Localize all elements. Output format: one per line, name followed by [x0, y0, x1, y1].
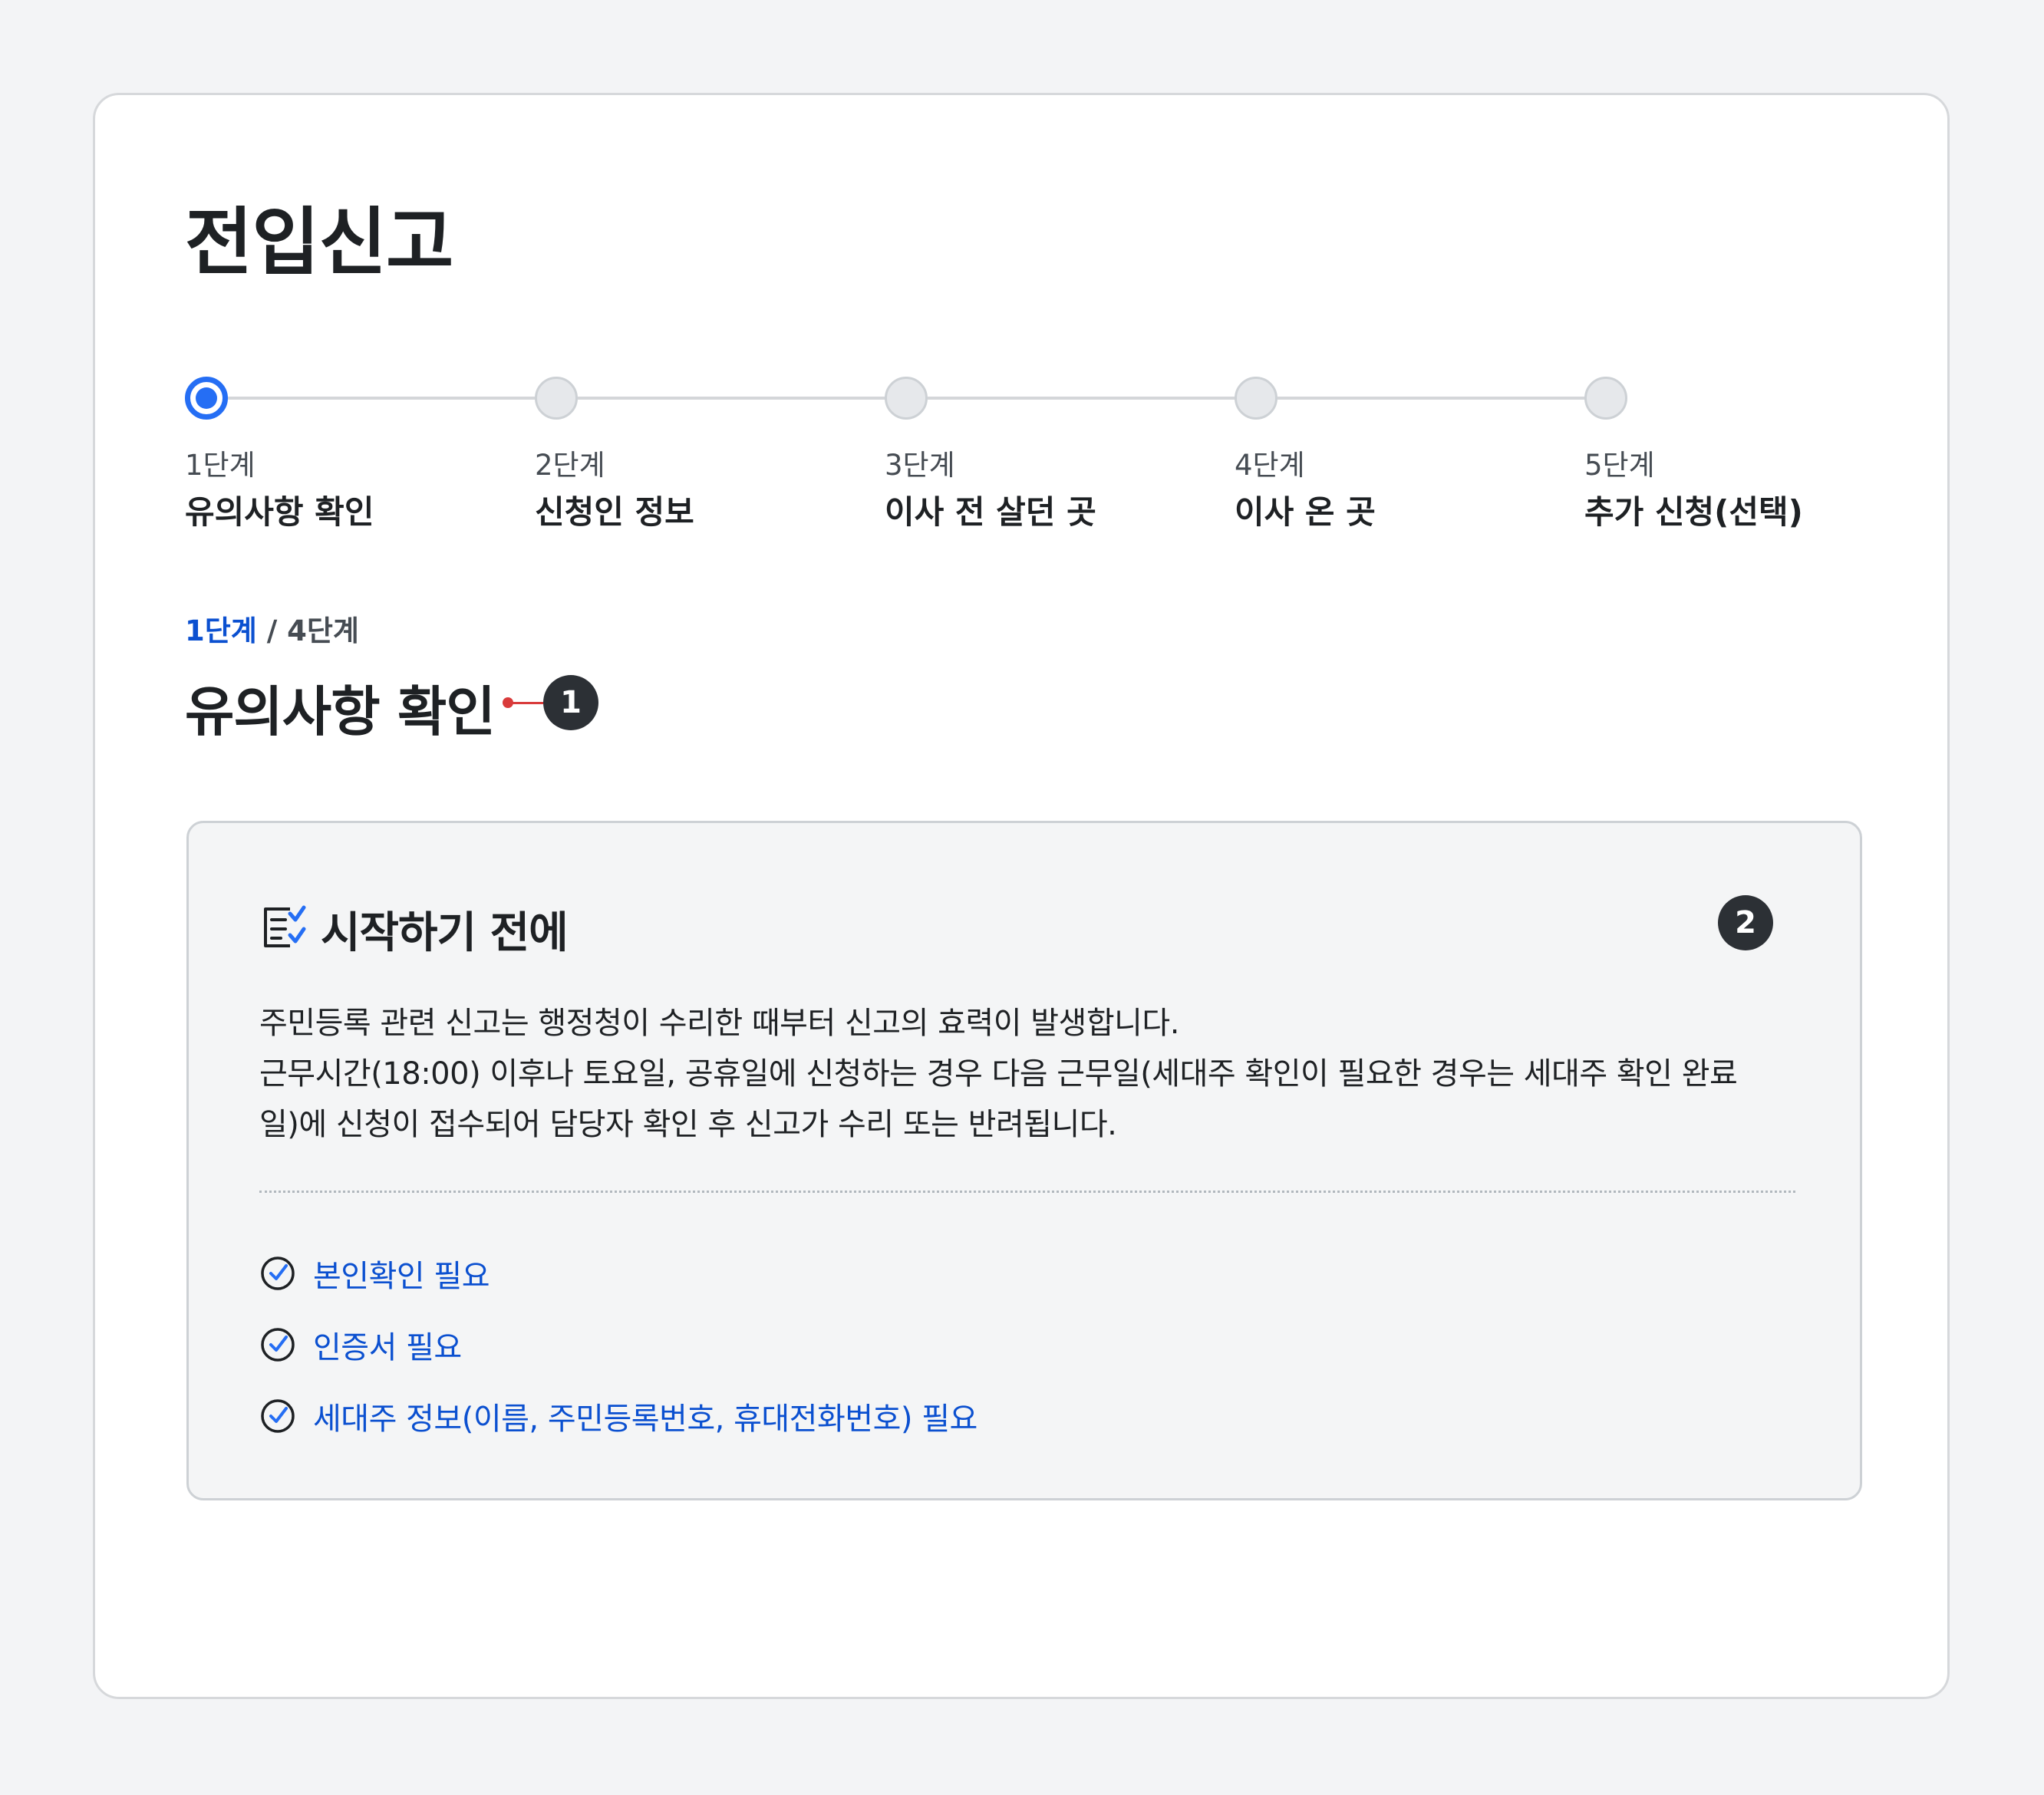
description-line-1: 주민등록 관련 신고는 행정청이 수리한 때부터 신고의 효력이 발생합니다.	[259, 1006, 1179, 1041]
step-3-number: 3단계	[885, 449, 955, 482]
step-connector	[228, 397, 539, 400]
step-connector	[1278, 397, 1588, 400]
step-5-name: 추가 신청(선택)	[1584, 493, 1803, 531]
check-circle-icon	[261, 1398, 295, 1433]
requirements-list: 본인확인 필요 인증서 필요 세대주 정보(이름, 주민등록번호, 휴대전화번호…	[259, 1237, 977, 1451]
step-4-name: 이사 온 곳	[1235, 493, 1376, 531]
section-title: 유의사항 확인	[185, 680, 496, 743]
step-connector	[578, 397, 888, 400]
dotted-divider	[259, 1191, 1795, 1193]
step-2-indicator	[535, 377, 578, 420]
step-1-indicator	[185, 377, 228, 420]
main-card: 전입신고 1단계 2단계 3단계 4단계 5단계 유의사항 확인 신청인 정보 …	[93, 93, 1950, 1699]
annotation-badge-2: 2	[1718, 895, 1773, 950]
step-4-number: 4단계	[1235, 449, 1305, 482]
step-5-number: 5단계	[1584, 449, 1655, 482]
check-circle-icon	[261, 1256, 295, 1290]
step-connector	[928, 397, 1238, 400]
step-indicator: 1단계 2단계 3단계 4단계 5단계 유의사항 확인 신청인 정보 이사 전 …	[95, 95, 1947, 555]
step-2-name: 신청인 정보	[535, 493, 694, 531]
before-start-box: 시작하기 전에 2 주민등록 관련 신고는 행정청이 수리한 때부터 신고의 효…	[186, 821, 1862, 1500]
requirement-item: 세대주 정보(이름, 주민등록번호, 휴대전화번호) 필요	[259, 1380, 977, 1451]
description-line-3: 일)에 신청이 접수되어 담당자 확인 후 신고가 수리 또는 반려됩니다.	[259, 1107, 1117, 1142]
step-4-indicator	[1235, 377, 1278, 420]
step-1-number: 1단계	[185, 449, 256, 482]
step-3-name: 이사 전 살던 곳	[885, 493, 1096, 531]
info-box-description: 주민등록 관련 신고는 행정청이 수리한 때부터 신고의 효력이 발생합니다. …	[259, 998, 1802, 1150]
step-3-indicator	[885, 377, 928, 420]
annotation-leader-dot	[503, 697, 513, 708]
requirement-item: 인증서 필요	[259, 1309, 977, 1380]
step-2-number: 2단계	[535, 449, 605, 482]
annotation-badge-1: 1	[543, 675, 598, 730]
current-step: 1단계	[185, 614, 257, 647]
total-steps: 4단계	[287, 614, 359, 647]
requirement-label: 인증서 필요	[313, 1329, 462, 1365]
step-5-indicator	[1584, 377, 1627, 420]
requirement-label: 세대주 정보(이름, 주민등록번호, 휴대전화번호) 필요	[313, 1401, 977, 1437]
progress-separator: /	[256, 614, 288, 647]
step-1-name: 유의사항 확인	[185, 493, 374, 531]
check-circle-icon	[261, 1327, 295, 1362]
requirement-label: 본인확인 필요	[313, 1258, 490, 1294]
checklist-icon	[264, 905, 306, 947]
step-progress: 1단계 / 4단계	[185, 608, 359, 649]
description-line-2: 근무시간(18:00) 이후나 토요일, 공휴일에 신청하는 경우 다음 근무일…	[259, 1056, 1738, 1092]
requirement-item: 본인확인 필요	[259, 1237, 977, 1309]
info-box-title: 시작하기 전에	[321, 908, 569, 958]
